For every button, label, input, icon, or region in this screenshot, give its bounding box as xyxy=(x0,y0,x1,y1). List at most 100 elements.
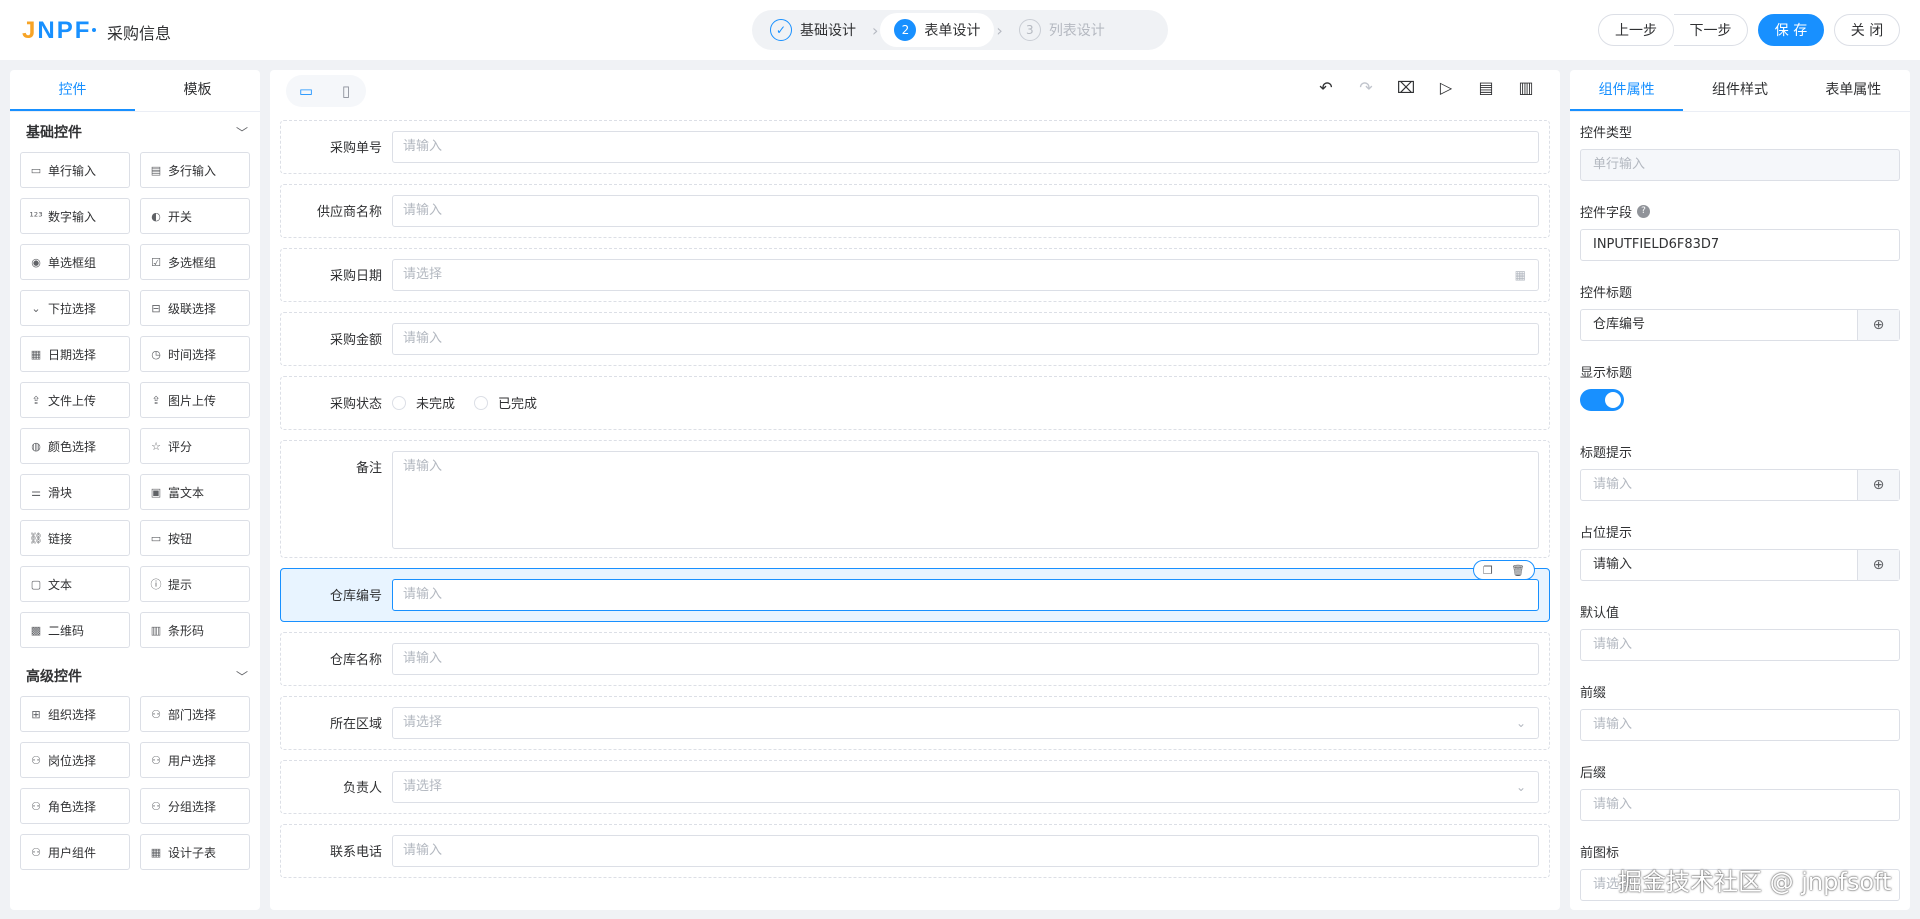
palette-item[interactable]: ⛓ 链接 xyxy=(20,520,130,556)
form-field-row[interactable]: 仓库名称 请输入 xyxy=(280,632,1550,686)
step-list-design[interactable]: 3 列表设计 xyxy=(1005,13,1119,47)
code-icon[interactable]: ▥ xyxy=(1506,78,1546,97)
form-field-row[interactable]: 采购单号 请输入 xyxy=(280,120,1550,174)
palette-item[interactable]: ¹²³ 数字输入 xyxy=(20,198,130,234)
show-title-toggle[interactable] xyxy=(1580,389,1624,411)
palette-item[interactable]: ▭ 按钮 xyxy=(140,520,250,556)
save-button[interactable]: 保 存 xyxy=(1758,14,1824,46)
form-field-row[interactable]: 仓库编号 请输入 ❐ 🗑 xyxy=(280,560,1550,622)
undo-icon[interactable]: ↶ xyxy=(1306,78,1346,97)
clear-icon[interactable]: ⌧ xyxy=(1386,78,1426,97)
next-step-button[interactable]: 下一步 xyxy=(1674,14,1748,46)
palette-item[interactable]: ⊟ 级联选择 xyxy=(140,290,250,326)
property-input[interactable]: 仓库编号 ⊕ xyxy=(1580,309,1900,341)
property-input[interactable]: 请输入 xyxy=(1580,789,1900,821)
text-input[interactable]: 请输入 xyxy=(392,195,1539,227)
palette-item[interactable]: ⚇ 用户组件 xyxy=(20,834,130,870)
tab-component-props[interactable]: 组件属性 xyxy=(1570,70,1684,111)
property-input[interactable]: 请输入 ⊕ xyxy=(1580,469,1900,501)
globe-icon[interactable]: ⊕ xyxy=(1857,310,1899,340)
palette-item[interactable]: ▤ 多行输入 xyxy=(140,152,250,188)
palette-item[interactable]: ⇪ 文件上传 xyxy=(20,382,130,418)
palette-item[interactable]: ☆ 评分 xyxy=(140,428,250,464)
preview-icon[interactable]: ▷ xyxy=(1426,78,1466,97)
palette-item[interactable]: ▦ 日期选择 xyxy=(20,336,130,372)
delete-icon[interactable]: 🗑 xyxy=(1511,564,1525,577)
radio-option[interactable]: 未完成 xyxy=(392,393,455,412)
palette-item[interactable]: ▢ 文本 xyxy=(20,566,130,602)
form-field-row[interactable]: 供应商名称 请输入 xyxy=(280,184,1550,238)
palette-item[interactable]: ◷ 时间选择 xyxy=(140,336,250,372)
advanced-components-header[interactable]: 高级控件 ﹀ xyxy=(10,656,260,696)
step-form-design[interactable]: 2 表单设计 xyxy=(880,13,995,47)
palette-item[interactable]: ◍ 颜色选择 xyxy=(20,428,130,464)
mobile-icon[interactable]: ▯ xyxy=(326,82,366,100)
text-input[interactable]: 请输入 xyxy=(392,643,1539,675)
globe-icon[interactable]: ⊕ xyxy=(1857,470,1899,500)
tab-form-props[interactable]: 表单属性 xyxy=(1797,70,1910,111)
select-field[interactable]: 请选择 ⌄ xyxy=(392,707,1539,739)
textarea-field[interactable]: 请输入 xyxy=(392,451,1539,549)
palette-item-label: 条形码 xyxy=(168,623,205,638)
palette-item[interactable]: ⌄ 下拉选择 xyxy=(20,290,130,326)
property-input[interactable]: 请输入 xyxy=(1580,709,1900,741)
text-input[interactable]: 请输入 xyxy=(392,579,1539,611)
form-field-row[interactable]: 所在区域 请选择 ⌄ xyxy=(280,696,1550,750)
basic-components-grid: ▭ 单行输入 ▤ 多行输入 ¹²³ 数字输入 ◐ 开关 ◉ 单选框组 ☑ 多选框组 ⌄ 下拉选择 ⊟ 级联选择… xyxy=(10,152,260,648)
tab-components[interactable]: 控件 xyxy=(10,70,135,111)
device-switch: ▭ ▯ xyxy=(286,75,366,107)
watermark: 掘金技术社区 @ jnpfsoft xyxy=(1618,868,1892,896)
form-field-row[interactable]: 采购状态 未完成 已完成 xyxy=(280,376,1550,430)
property-input[interactable]: 请输入 xyxy=(1580,629,1900,661)
palette-item[interactable]: ◐ 开关 xyxy=(140,198,250,234)
desktop-icon[interactable]: ▭ xyxy=(286,82,326,100)
basic-components-header[interactable]: 基础控件 ﹀ xyxy=(10,112,260,152)
palette-item[interactable]: ◉ 单选框组 xyxy=(20,244,130,280)
title-dot xyxy=(92,28,96,32)
form-field-row[interactable]: 采购金额 请输入 xyxy=(280,312,1550,366)
date-field[interactable]: 请选择 ▦ xyxy=(392,259,1539,291)
help-icon[interactable]: ? xyxy=(1637,204,1651,218)
form-field-row[interactable]: 负责人 请选择 ⌄ xyxy=(280,760,1550,814)
tab-templates[interactable]: 模板 xyxy=(135,70,260,111)
palette-item[interactable]: ⇪ 图片上传 xyxy=(140,382,250,418)
property-input[interactable]: INPUTFIELD6F83D7 xyxy=(1580,229,1900,261)
palette-item[interactable]: ⚇ 角色选择 xyxy=(20,788,130,824)
palette-item[interactable]: ▥ 条形码 xyxy=(140,612,250,648)
input-placeholder: 请输入 xyxy=(403,459,443,474)
palette-item[interactable]: ⚇ 岗位选择 xyxy=(20,742,130,778)
json-icon[interactable]: ▤ xyxy=(1466,78,1506,97)
palette-item[interactable]: ⚇ 部门选择 xyxy=(140,696,250,732)
palette-item[interactable]: ▩ 二维码 xyxy=(20,612,130,648)
text-input[interactable]: 请输入 xyxy=(392,323,1539,355)
palette-item[interactable]: ▭ 单行输入 xyxy=(20,152,130,188)
palette-item[interactable]: ▦ 设计子表 xyxy=(140,834,250,870)
palette-item-label: 分组选择 xyxy=(168,799,217,814)
field-label: 备注 xyxy=(355,461,382,476)
tab-component-style[interactable]: 组件样式 xyxy=(1683,70,1796,111)
palette-item[interactable]: ☑ 多选框组 xyxy=(140,244,250,280)
palette-item[interactable]: ⚌ 滑块 xyxy=(20,474,130,510)
prev-step-button[interactable]: 上一步 xyxy=(1598,14,1674,46)
globe-icon[interactable]: ⊕ xyxy=(1857,550,1899,580)
property-label-text: 后缀 xyxy=(1580,765,1607,781)
radio-option[interactable]: 已完成 xyxy=(474,393,537,412)
palette-item[interactable]: ⓘ 提示 xyxy=(140,566,250,602)
radio-label: 未完成 xyxy=(416,397,456,412)
palette-item[interactable]: ⊞ 组织选择 xyxy=(20,696,130,732)
text-input[interactable]: 请输入 xyxy=(392,131,1539,163)
palette-item[interactable]: ⚇ 分组选择 xyxy=(140,788,250,824)
form-field-row[interactable]: 联系电话 请输入 xyxy=(280,824,1550,878)
text-input[interactable]: 请输入 xyxy=(392,835,1539,867)
property-input[interactable]: 请输入 ⊕ xyxy=(1580,549,1900,581)
form-field-row[interactable]: 备注 请输入 xyxy=(280,440,1550,558)
step-basic-design[interactable]: ✓ 基础设计 xyxy=(756,13,870,47)
close-button[interactable]: 关 闭 xyxy=(1834,14,1900,46)
copy-icon[interactable]: ❐ xyxy=(1483,564,1493,577)
palette-item[interactable]: ▣ 富文本 xyxy=(140,474,250,510)
palette-item-label: 数字输入 xyxy=(48,209,97,224)
redo-icon[interactable]: ↷ xyxy=(1346,78,1386,97)
palette-item[interactable]: ⚇ 用户选择 xyxy=(140,742,250,778)
select-field[interactable]: 请选择 ⌄ xyxy=(392,771,1539,803)
form-field-row[interactable]: 采购日期 请选择 ▦ xyxy=(280,248,1550,302)
